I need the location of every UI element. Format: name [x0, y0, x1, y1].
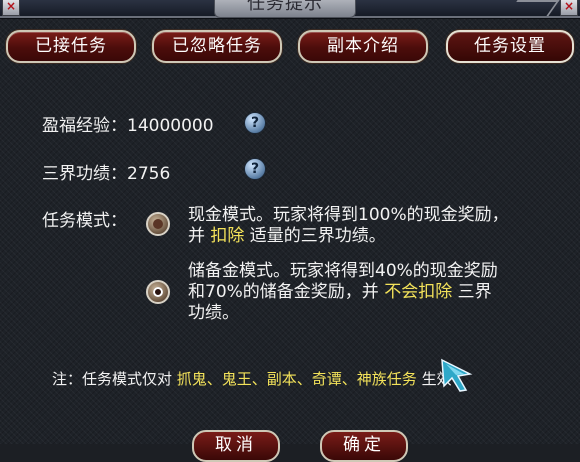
radio-dot	[153, 219, 163, 229]
note-prefix: 注：任务模式仅对	[52, 370, 177, 388]
tab-accepted-tasks[interactable]: 已接任务	[6, 30, 136, 63]
close-icon[interactable]: ×	[560, 0, 578, 16]
merit-row: 三界功绩：2756	[42, 159, 170, 184]
reserve-mode-description: 储备金模式。玩家将得到40%的现金奖励 和70%的储备金奖励，并 不会扣除 三界…	[188, 261, 498, 324]
cash-mode-line2-post: 适量的三界功绩。	[244, 226, 386, 246]
reserve-mode-line1: 储备金模式。玩家将得到40%的现金奖励	[188, 261, 498, 281]
task-mode-label: 任务模式：	[42, 211, 127, 231]
reserve-mode-radio[interactable]	[146, 280, 170, 304]
radio-dot-selected	[153, 287, 163, 297]
title-bar: × 任务提示 ×	[0, 0, 580, 18]
no-deduct-highlight: 不会扣除	[384, 282, 453, 302]
merit-help-icon[interactable]: ?	[244, 158, 266, 180]
confirm-button[interactable]: 确定	[320, 430, 408, 462]
reserve-mode-line2-pre: 和70%的储备金奖励，并	[188, 282, 385, 302]
cash-mode-description: 现金模式。玩家将得到100%的现金奖励， 并 扣除 适量的三界功绩。	[188, 205, 509, 247]
reserve-mode-line2-post: 三界	[452, 282, 492, 302]
merit-label: 三界功绩：	[42, 164, 127, 184]
merit-value: 2756	[127, 164, 171, 184]
reserve-mode-line2: 和70%的储备金奖励，并 不会扣除 三界	[188, 282, 498, 303]
title-decoration	[506, 0, 560, 16]
cancel-button[interactable]: 取消	[192, 430, 280, 462]
bonus-exp-label: 盈福经验：	[42, 116, 127, 136]
deduct-highlight: 扣除	[210, 226, 245, 246]
task-dialog: × 任务提示 × 已接任务 已忽略任务 副本介绍 任务设置 盈福经验：14000…	[0, 0, 580, 462]
cash-mode-line1: 现金模式。玩家将得到100%的现金奖励，	[188, 205, 509, 225]
cash-mode-line2-pre: 并	[188, 226, 211, 246]
cursor-icon	[441, 358, 473, 392]
window-title: 任务提示	[214, 0, 356, 18]
bonus-exp-row: 盈福经验：14000000	[42, 111, 214, 136]
close-icon-left[interactable]: ×	[2, 0, 20, 16]
cash-mode-radio[interactable]	[146, 212, 170, 236]
mode-note: 注：任务模式仅对 抓鬼、鬼王、副本、奇谭、神族任务 生效	[52, 368, 452, 389]
note-task-types: 抓鬼、鬼王、副本、奇谭、神族任务	[176, 370, 417, 388]
cash-mode-line2: 并 扣除 适量的三界功绩。	[188, 226, 509, 247]
bonus-exp-help-icon[interactable]: ?	[244, 112, 266, 134]
tab-dungeon-intro[interactable]: 副本介绍	[298, 30, 428, 63]
tab-ignored-tasks[interactable]: 已忽略任务	[152, 30, 282, 63]
tab-task-settings[interactable]: 任务设置	[446, 30, 574, 63]
bonus-exp-value: 14000000	[127, 116, 214, 136]
reserve-mode-line3: 功绩。	[188, 303, 239, 323]
